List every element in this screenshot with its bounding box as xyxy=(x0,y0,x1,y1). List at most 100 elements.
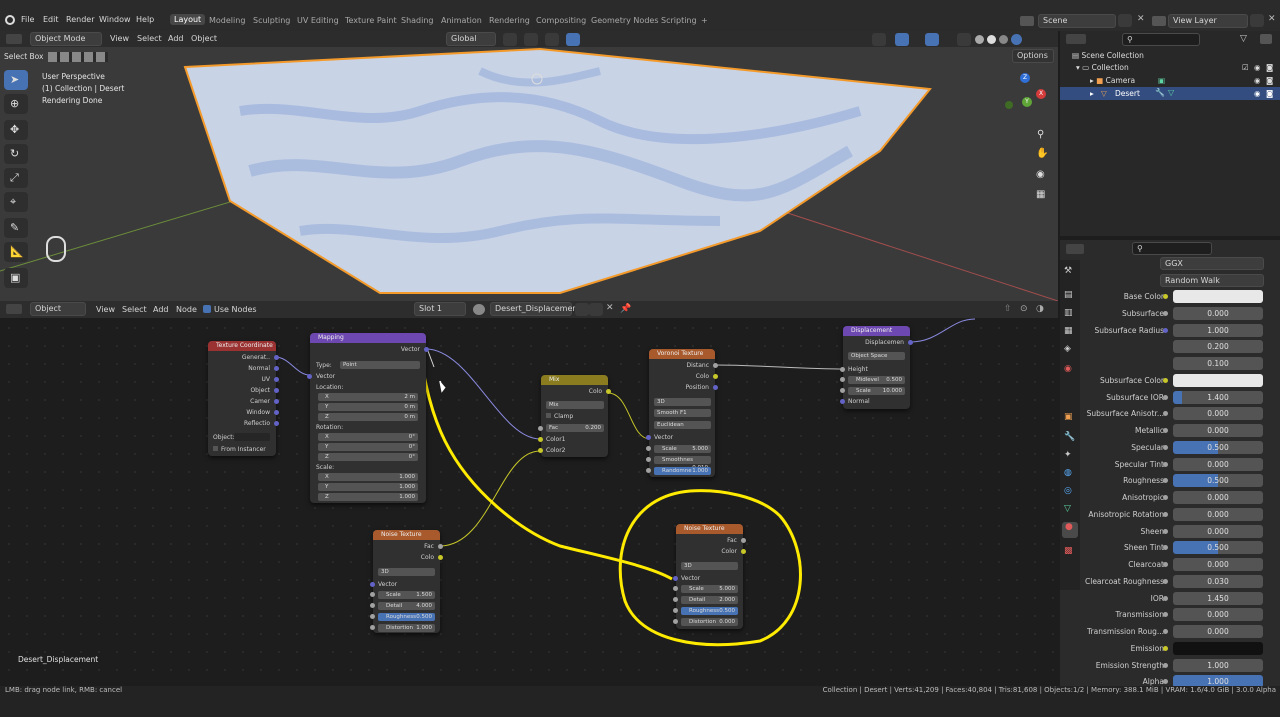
socket-dot-icon[interactable] xyxy=(1163,394,1168,400)
output-socket[interactable] xyxy=(274,388,279,393)
gizmo-x-axis[interactable]: X xyxy=(1036,89,1046,99)
eye-icon[interactable]: ◉ xyxy=(1254,63,1261,72)
socket-dot-icon[interactable] xyxy=(1163,511,1168,517)
property-value-field[interactable]: 0.500 xyxy=(1173,474,1263,488)
outliner-item-collection[interactable]: ▾ ▭ Collection ☑ ◉ ◙ xyxy=(1076,63,1276,75)
parent-node-tree-icon[interactable]: ⇧ xyxy=(1004,304,1012,314)
socket-dot-icon[interactable] xyxy=(1163,294,1168,299)
property-value-field[interactable]: 0.000 xyxy=(1173,524,1263,538)
menu-select[interactable]: Select xyxy=(137,34,162,43)
annotate-tool[interactable]: ✎ xyxy=(4,218,28,238)
3d-viewport[interactable]: User Perspective (1) Collection | Desert… xyxy=(0,31,1058,301)
filter-icon[interactable]: ▽ xyxy=(1240,34,1247,44)
mapping-scl-field[interactable]: X 1.000 xyxy=(318,473,418,481)
menu-render[interactable]: Render xyxy=(66,15,94,24)
checkbox-icon[interactable]: ☑ xyxy=(1242,63,1249,72)
node-mapping[interactable]: Mapping Vector Type: Point Vector Locati… xyxy=(307,333,429,503)
eye-icon[interactable]: ◉ xyxy=(1254,89,1261,98)
menu-window[interactable]: Window xyxy=(99,15,131,24)
slot-selector[interactable]: Slot 1 xyxy=(414,302,466,316)
pan-hand-icon[interactable]: ✋ xyxy=(1036,148,1048,159)
mapping-loc-field[interactable]: Y 0 m xyxy=(318,403,418,411)
camera-view-icon[interactable]: ◉ xyxy=(1036,169,1045,180)
dimensions-dropdown[interactable]: 3D xyxy=(654,398,711,406)
socket-dot-icon[interactable] xyxy=(1163,679,1168,685)
input-socket[interactable] xyxy=(646,435,651,440)
wireframe-shading-icon[interactable] xyxy=(987,35,996,44)
snap-icon[interactable] xyxy=(524,33,538,46)
property-value-field[interactable]: 0.100 xyxy=(1173,357,1263,370)
input-socket[interactable] xyxy=(370,592,375,597)
measure-tool[interactable]: 📐 xyxy=(4,242,28,262)
node-input-field[interactable]: Detail 4.000 xyxy=(378,602,435,610)
gizmo-neg-y[interactable] xyxy=(1005,101,1013,109)
overlay-toggle-icon[interactable] xyxy=(925,33,939,46)
socket-dot-icon[interactable] xyxy=(1163,578,1168,584)
scale-tool[interactable]: ⤢ xyxy=(4,168,28,188)
new-scene-icon[interactable] xyxy=(1118,14,1132,27)
node-mix[interactable]: Mix Colo Mix Clamp Fac 0.200 Color1 Color… xyxy=(538,375,611,457)
property-value-field[interactable]: 0.000 xyxy=(1173,507,1263,521)
node-input-field[interactable]: Distortion 0.000 xyxy=(681,618,738,626)
unlink-material-icon[interactable]: ✕ xyxy=(603,303,617,316)
input-socket[interactable] xyxy=(370,603,375,608)
material-shading-icon[interactable] xyxy=(999,35,1008,44)
property-value-field[interactable]: 0.000 xyxy=(1173,407,1263,421)
tab-sculpting[interactable]: Sculpting xyxy=(249,15,294,26)
tab-compositing[interactable]: Compositing xyxy=(532,15,590,26)
dimensions-dropdown[interactable]: 3D xyxy=(378,568,435,576)
socket-dot-icon[interactable] xyxy=(1163,495,1168,500)
mapping-loc-field[interactable]: Z 0 m xyxy=(318,413,418,421)
menu-object[interactable]: Object xyxy=(191,34,217,43)
node-input-field[interactable]: Scale 5.000 xyxy=(654,445,711,453)
pivot-icon[interactable] xyxy=(503,33,517,46)
tab-texture-paint[interactable]: Texture Paint xyxy=(341,15,401,26)
input-socket[interactable] xyxy=(840,367,845,372)
input-socket[interactable] xyxy=(673,608,678,613)
snap-target-icon[interactable] xyxy=(545,33,559,46)
shader-type-selector[interactable]: Object xyxy=(30,302,86,316)
node-input-field[interactable]: Scale 1.500 xyxy=(378,591,435,599)
tab-geometry-nodes[interactable]: Geometry Nodes xyxy=(587,15,662,26)
output-socket[interactable] xyxy=(274,410,279,415)
node-noise-texture-2[interactable]: Noise Texture Fac Color 3D Vector Scale 5… xyxy=(673,524,746,629)
mapping-scl-field[interactable]: Z 1.000 xyxy=(318,493,418,501)
node-input-field[interactable]: Distortion 1.000 xyxy=(378,624,435,632)
dimensions-dropdown[interactable]: 3D xyxy=(681,562,738,570)
shader-node-editor[interactable]: Texture Coordinate Generat.. Normal UV O… xyxy=(0,301,1058,686)
mapping-rot-field[interactable]: Z 0° xyxy=(318,453,418,461)
color-swatch[interactable] xyxy=(1173,373,1263,387)
mapping-scl-field[interactable]: Y 1.000 xyxy=(318,483,418,491)
outliner-search[interactable]: ⚲ xyxy=(1122,33,1200,46)
xray-icon[interactable] xyxy=(957,33,971,46)
add-workspace-button[interactable]: + xyxy=(697,15,712,26)
visibility-icon[interactable] xyxy=(872,33,886,46)
tab-rendering[interactable]: Rendering xyxy=(485,15,534,26)
property-value-field[interactable]: 0.000 xyxy=(1173,558,1263,571)
tab-layout[interactable]: Layout xyxy=(170,14,206,25)
properties-editor-icon[interactable] xyxy=(1066,244,1084,254)
menu-add[interactable]: Add xyxy=(153,305,169,314)
node-input-field[interactable]: Scale 10.000 xyxy=(848,387,905,395)
options-dropdown[interactable]: Options xyxy=(1012,49,1054,63)
output-socket[interactable] xyxy=(274,377,279,382)
close-view-layer-icon[interactable]: ✕ xyxy=(1265,14,1279,27)
output-socket[interactable] xyxy=(713,374,718,379)
socket-dot-icon[interactable] xyxy=(1163,310,1168,316)
tab-uv-editing[interactable]: UV Editing xyxy=(293,15,343,26)
socket-dot-icon[interactable] xyxy=(1163,545,1168,551)
material-browse-icon[interactable] xyxy=(473,304,485,315)
fac-field[interactable]: Fac 0.200 xyxy=(546,424,604,432)
menu-help[interactable]: Help xyxy=(136,15,154,24)
close-scene-icon[interactable]: ✕ xyxy=(1134,14,1148,27)
input-socket[interactable] xyxy=(673,597,678,602)
node-noise-texture-1[interactable]: Noise Texture Fac Colo 3D Vector Scale 1.… xyxy=(370,530,443,633)
output-socket[interactable] xyxy=(741,538,746,543)
property-value-field[interactable]: 1.000 xyxy=(1173,658,1263,672)
output-socket[interactable] xyxy=(274,366,279,371)
menu-add[interactable]: Add xyxy=(168,34,184,43)
menu-select[interactable]: Select xyxy=(122,305,147,314)
property-value-field[interactable]: 0.000 xyxy=(1173,306,1263,320)
socket-dot-icon[interactable] xyxy=(1163,595,1168,601)
node-texture-coordinate[interactable]: Texture Coordinate Generat.. Normal UV O… xyxy=(208,341,279,456)
